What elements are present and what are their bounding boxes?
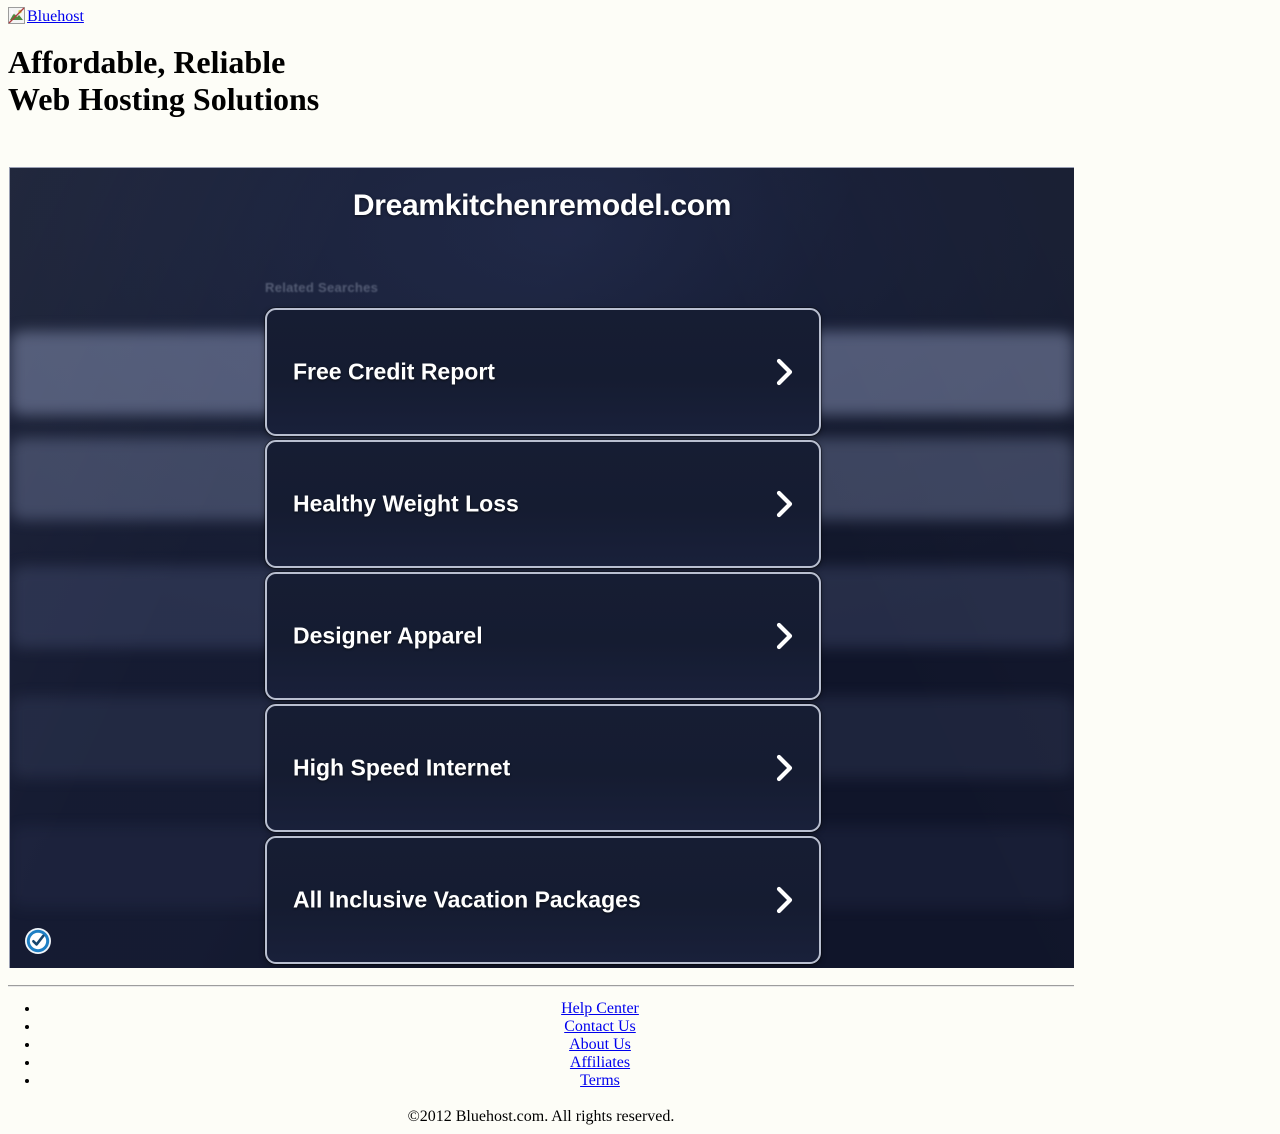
chevron-right-icon	[775, 489, 795, 519]
parked-domain-title: Dreamkitchenremodel.com	[352, 189, 732, 222]
footer-links: Help CenterContact UsAbout UsAffiliatesT…	[0, 1000, 1160, 1090]
verified-check-seal-icon[interactable]	[24, 927, 52, 955]
footer-link[interactable]: About Us	[569, 1036, 631, 1053]
chevron-right-icon	[775, 885, 795, 915]
footer-divider	[8, 985, 1074, 987]
footer-list-item: Terms	[40, 1072, 1160, 1090]
footer-list-item: About Us	[40, 1036, 1160, 1054]
related-search-link[interactable]: All Inclusive Vacation Packages	[265, 836, 821, 964]
footer-link[interactable]: Terms	[580, 1072, 620, 1089]
related-search-link[interactable]: Healthy Weight Loss	[265, 440, 821, 568]
footer-link[interactable]: Help Center	[561, 1000, 639, 1017]
copyright-text: ©2012 Bluehost.com. All rights reserved.	[407, 1108, 675, 1125]
related-searches-list: Free Credit Report Healthy Weight Loss Des…	[265, 308, 825, 964]
bluehost-logo-link[interactable]: Bluehost	[8, 7, 84, 24]
chevron-right-icon	[775, 753, 795, 783]
page-title: Affordable, Reliable Web Hosting Solutio…	[8, 44, 320, 117]
footer-link[interactable]: Affiliates	[570, 1054, 630, 1071]
related-searches-label: Related Searches	[265, 280, 379, 295]
related-search-link[interactable]: Free Credit Report	[265, 308, 821, 436]
footer-link[interactable]: Contact Us	[564, 1018, 636, 1035]
related-search-label: Designer Apparel	[293, 622, 483, 649]
chevron-right-icon	[775, 357, 795, 387]
related-search-link[interactable]: Designer Apparel	[265, 572, 821, 700]
footer-list-item: Contact Us	[40, 1018, 1160, 1036]
related-search-label: Healthy Weight Loss	[293, 490, 519, 517]
related-search-label: All Inclusive Vacation Packages	[293, 886, 641, 913]
related-search-label: High Speed Internet	[293, 754, 511, 781]
related-search-label: Free Credit Report	[293, 358, 495, 385]
parked-domain-panel: Dreamkitchenremodel.com Related Searches…	[9, 167, 1074, 968]
footer-list-item: Affiliates	[40, 1054, 1160, 1072]
chevron-right-icon	[775, 621, 795, 651]
related-search-link[interactable]: High Speed Internet	[265, 704, 821, 832]
footer-list-item: Help Center	[40, 1000, 1160, 1018]
bluehost-logo-text: Bluehost	[27, 7, 84, 25]
broken-image-icon	[8, 7, 25, 24]
